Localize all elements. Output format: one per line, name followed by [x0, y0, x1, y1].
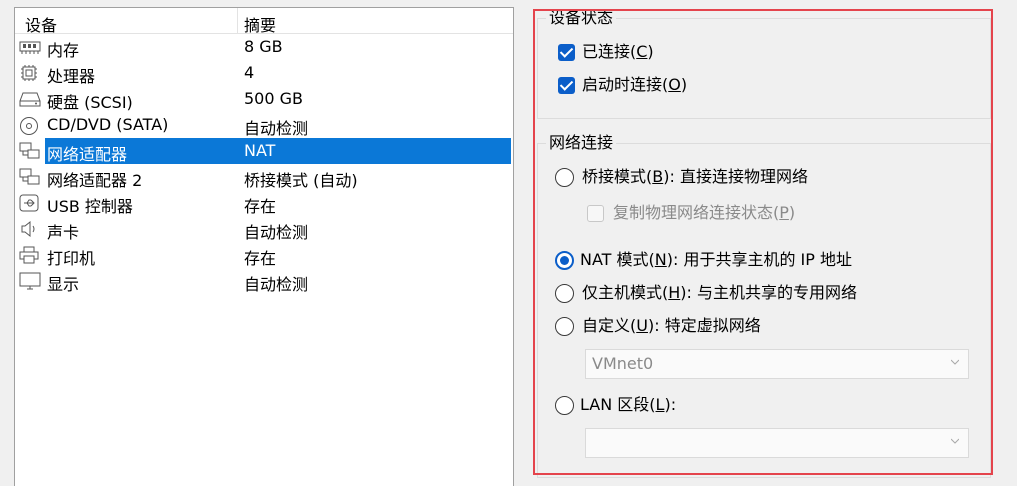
list-header: 设备 摘要 [15, 8, 513, 36]
radio-unchecked-icon [555, 317, 574, 336]
radio-label: LAN 区段(L): [580, 395, 677, 414]
device-summary: 自动检测 [244, 119, 309, 138]
device-summary: NAT [244, 141, 276, 160]
device-label: 声卡 [47, 223, 80, 242]
device-row-cd-dvd[interactable]: CD/DVD (SATA) 自动检测 [15, 112, 513, 138]
device-label: USB 控制器 [47, 197, 133, 216]
usb-icon [19, 194, 39, 212]
device-row-sound-card[interactable]: 声卡 自动检测 [15, 216, 513, 242]
device-status-group: 设备状态 已连接(C) 启动时连接(O) [537, 8, 991, 119]
device-summary: 自动检测 [244, 223, 309, 242]
device-row-display[interactable]: 显示 自动检测 [15, 268, 513, 294]
lan-segment-select[interactable] [585, 428, 969, 458]
device-summary: 桥接模式 (自动) [244, 171, 358, 190]
device-label: 硬盘 (SCSI) [47, 93, 133, 112]
radio-label: 桥接模式(B): 直接连接物理网络 [582, 167, 808, 186]
checkbox-label: 启动时连接(O) [582, 75, 688, 94]
device-label: 内存 [47, 41, 80, 60]
radio-checked-icon [555, 251, 574, 270]
chevron-down-icon [951, 438, 959, 444]
device-label: 网络适配器 [47, 145, 128, 164]
network-adapter-icon [19, 142, 40, 160]
device-label: 处理器 [47, 67, 96, 86]
device-summary: 存在 [244, 197, 277, 216]
device-summary: 500 GB [244, 89, 303, 108]
device-label: 网络适配器 2 [47, 171, 143, 190]
device-row-printer[interactable]: 打印机 存在 [15, 242, 513, 268]
column-header-summary[interactable]: 摘要 [244, 12, 276, 36]
network-adapter-icon [19, 168, 40, 186]
device-label: 显示 [47, 275, 80, 294]
device-summary: 存在 [244, 249, 277, 268]
device-summary: 自动检测 [244, 275, 309, 294]
checkbox-label: 复制物理网络连接状态(P) [613, 203, 796, 222]
device-row-memory[interactable]: 内存 8 GB [15, 34, 513, 60]
device-summary: 8 GB [244, 37, 283, 56]
group-title: 设备状态 [546, 8, 617, 28]
device-list: 设备 摘要 内存 8 GB 处理器 4 硬盘 (SCSI) 500 GB CD/… [14, 7, 514, 486]
checkbox-label: 已连接(C) [582, 42, 654, 61]
hard-disk-icon [19, 90, 41, 108]
select-value: VMnet0 [592, 354, 654, 373]
checkbox-checked-icon [558, 77, 575, 94]
network-connection-group: 网络连接 桥接模式(B): 直接连接物理网络 复制物理网络连接状态(P) NAT… [537, 133, 991, 478]
processor-icon [19, 64, 39, 82]
checkbox-checked-icon [558, 44, 575, 61]
custom-network-select[interactable]: VMnet0 [585, 349, 969, 379]
device-label: CD/DVD (SATA) [47, 115, 169, 134]
radio-unchecked-icon [555, 284, 574, 303]
device-label: 打印机 [47, 249, 96, 268]
checkbox-disabled-icon [587, 205, 604, 222]
device-row-network-adapter-2[interactable]: 网络适配器 2 桥接模式 (自动) [15, 164, 513, 190]
device-row-processor[interactable]: 处理器 4 [15, 60, 513, 86]
device-summary: 4 [244, 63, 255, 82]
monitor-icon [19, 272, 41, 290]
radio-label: NAT 模式(N): 用于共享主机的 IP 地址 [580, 250, 853, 269]
memory-icon [19, 38, 41, 56]
column-header-device[interactable]: 设备 [25, 12, 57, 36]
device-row-network-adapter[interactable]: 网络适配器 NAT [15, 138, 513, 164]
cd-dvd-icon [19, 116, 39, 135]
device-row-hard-disk[interactable]: 硬盘 (SCSI) 500 GB [15, 86, 513, 112]
column-divider[interactable] [237, 8, 238, 33]
chevron-down-icon [951, 359, 959, 365]
radio-label: 仅主机模式(H): 与主机共享的专用网络 [582, 283, 858, 302]
printer-icon [19, 246, 39, 264]
device-row-usb-controller[interactable]: USB 控制器 存在 [15, 190, 513, 216]
speaker-icon [19, 220, 39, 238]
radio-unchecked-icon [555, 396, 574, 415]
radio-label: 自定义(U): 特定虚拟网络 [582, 316, 761, 335]
radio-unchecked-icon [555, 168, 574, 187]
group-title: 网络连接 [546, 133, 617, 153]
